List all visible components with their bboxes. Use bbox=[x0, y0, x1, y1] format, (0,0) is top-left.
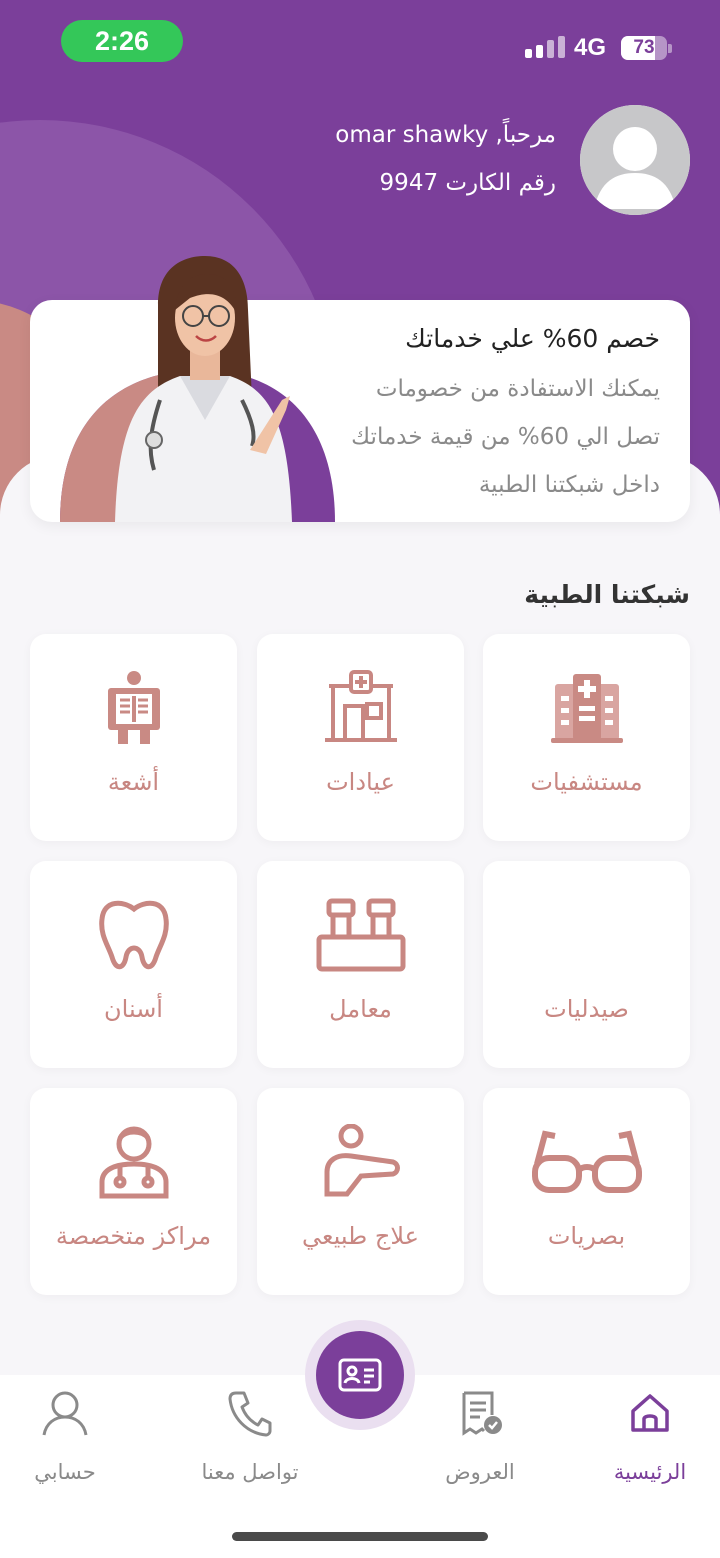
battery-tip bbox=[668, 44, 672, 53]
physiotherapy-icon bbox=[324, 1124, 400, 1197]
signal-icon bbox=[525, 36, 565, 58]
user-greeting: مرحباً, omar shawky bbox=[335, 122, 556, 148]
membership-card-button[interactable] bbox=[316, 1331, 404, 1419]
nav-offers-label: العروض bbox=[445, 1460, 515, 1484]
promo-line: تصل الي 60% من قيمة خدماتك bbox=[351, 424, 660, 450]
user-placeholder-icon bbox=[580, 105, 690, 215]
doctor-illustration bbox=[60, 256, 335, 522]
tile-label: مستشفيات bbox=[530, 768, 643, 796]
tile-label: أشعة bbox=[107, 768, 160, 796]
status-time: 2:26 bbox=[61, 20, 183, 62]
tile-pharmacies[interactable]: صيدليات bbox=[483, 861, 690, 1068]
tile-label: مراكز متخصصة bbox=[55, 1222, 212, 1250]
phone-icon bbox=[228, 1391, 272, 1437]
tile-label: معامل bbox=[329, 995, 392, 1023]
avatar[interactable] bbox=[580, 105, 690, 215]
battery-icon: 73 bbox=[621, 36, 667, 60]
nav-home-label: الرئيسية bbox=[613, 1460, 687, 1484]
promo-line: يمكنك الاستفادة من خصومات bbox=[375, 376, 660, 402]
tile-label: بصريات bbox=[547, 1222, 626, 1250]
tile-labs[interactable]: معامل bbox=[257, 861, 464, 1068]
tile-hospitals[interactable]: مستشفيات bbox=[483, 634, 690, 841]
tile-physiotherapy[interactable]: علاج طبيعي bbox=[257, 1088, 464, 1295]
promo-title: خصم 60% علي خدماتك bbox=[405, 324, 660, 353]
lab-tubes-icon bbox=[316, 898, 405, 972]
glasses-icon bbox=[531, 1130, 642, 1193]
nav-contact[interactable]: تواصل معنا bbox=[180, 1388, 320, 1484]
tile-label: علاج طبيعي bbox=[302, 1222, 419, 1250]
tile-label: أسنان bbox=[104, 995, 163, 1023]
account-icon bbox=[42, 1391, 88, 1436]
tile-specialized-centers[interactable]: مراكز متخصصة bbox=[30, 1088, 237, 1295]
tile-label: صيدليات bbox=[544, 995, 629, 1023]
promo-line: داخل شبكتنا الطبية bbox=[478, 472, 660, 498]
nav-contact-label: تواصل معنا bbox=[201, 1460, 299, 1484]
card-number: رقم الكارت 9947 bbox=[379, 170, 556, 196]
tile-clinics[interactable]: عيادات bbox=[257, 634, 464, 841]
id-card-icon bbox=[338, 1358, 382, 1392]
nav-offers[interactable]: العروض bbox=[410, 1388, 550, 1484]
tile-radiology[interactable]: أشعة bbox=[30, 634, 237, 841]
xray-icon bbox=[107, 671, 160, 744]
section-title: شبكتنا الطبية bbox=[524, 580, 690, 609]
doctor-icon bbox=[99, 1126, 168, 1199]
nav-account[interactable]: حسابي bbox=[0, 1388, 135, 1484]
nav-home[interactable]: الرئيسية bbox=[580, 1388, 720, 1484]
battery-level: 73 bbox=[633, 37, 655, 58]
tooth-icon bbox=[98, 900, 169, 970]
clinic-icon bbox=[324, 670, 397, 742]
offers-icon bbox=[462, 1391, 502, 1436]
home-indicator bbox=[232, 1532, 488, 1541]
tile-optics[interactable]: بصريات bbox=[483, 1088, 690, 1295]
nav-account-label: حسابي bbox=[34, 1460, 96, 1484]
home-icon bbox=[631, 1394, 669, 1432]
hospital-icon bbox=[550, 674, 623, 743]
tile-dental[interactable]: أسنان bbox=[30, 861, 237, 1068]
tile-label: عيادات bbox=[326, 768, 395, 796]
network-type: 4G bbox=[574, 34, 607, 61]
